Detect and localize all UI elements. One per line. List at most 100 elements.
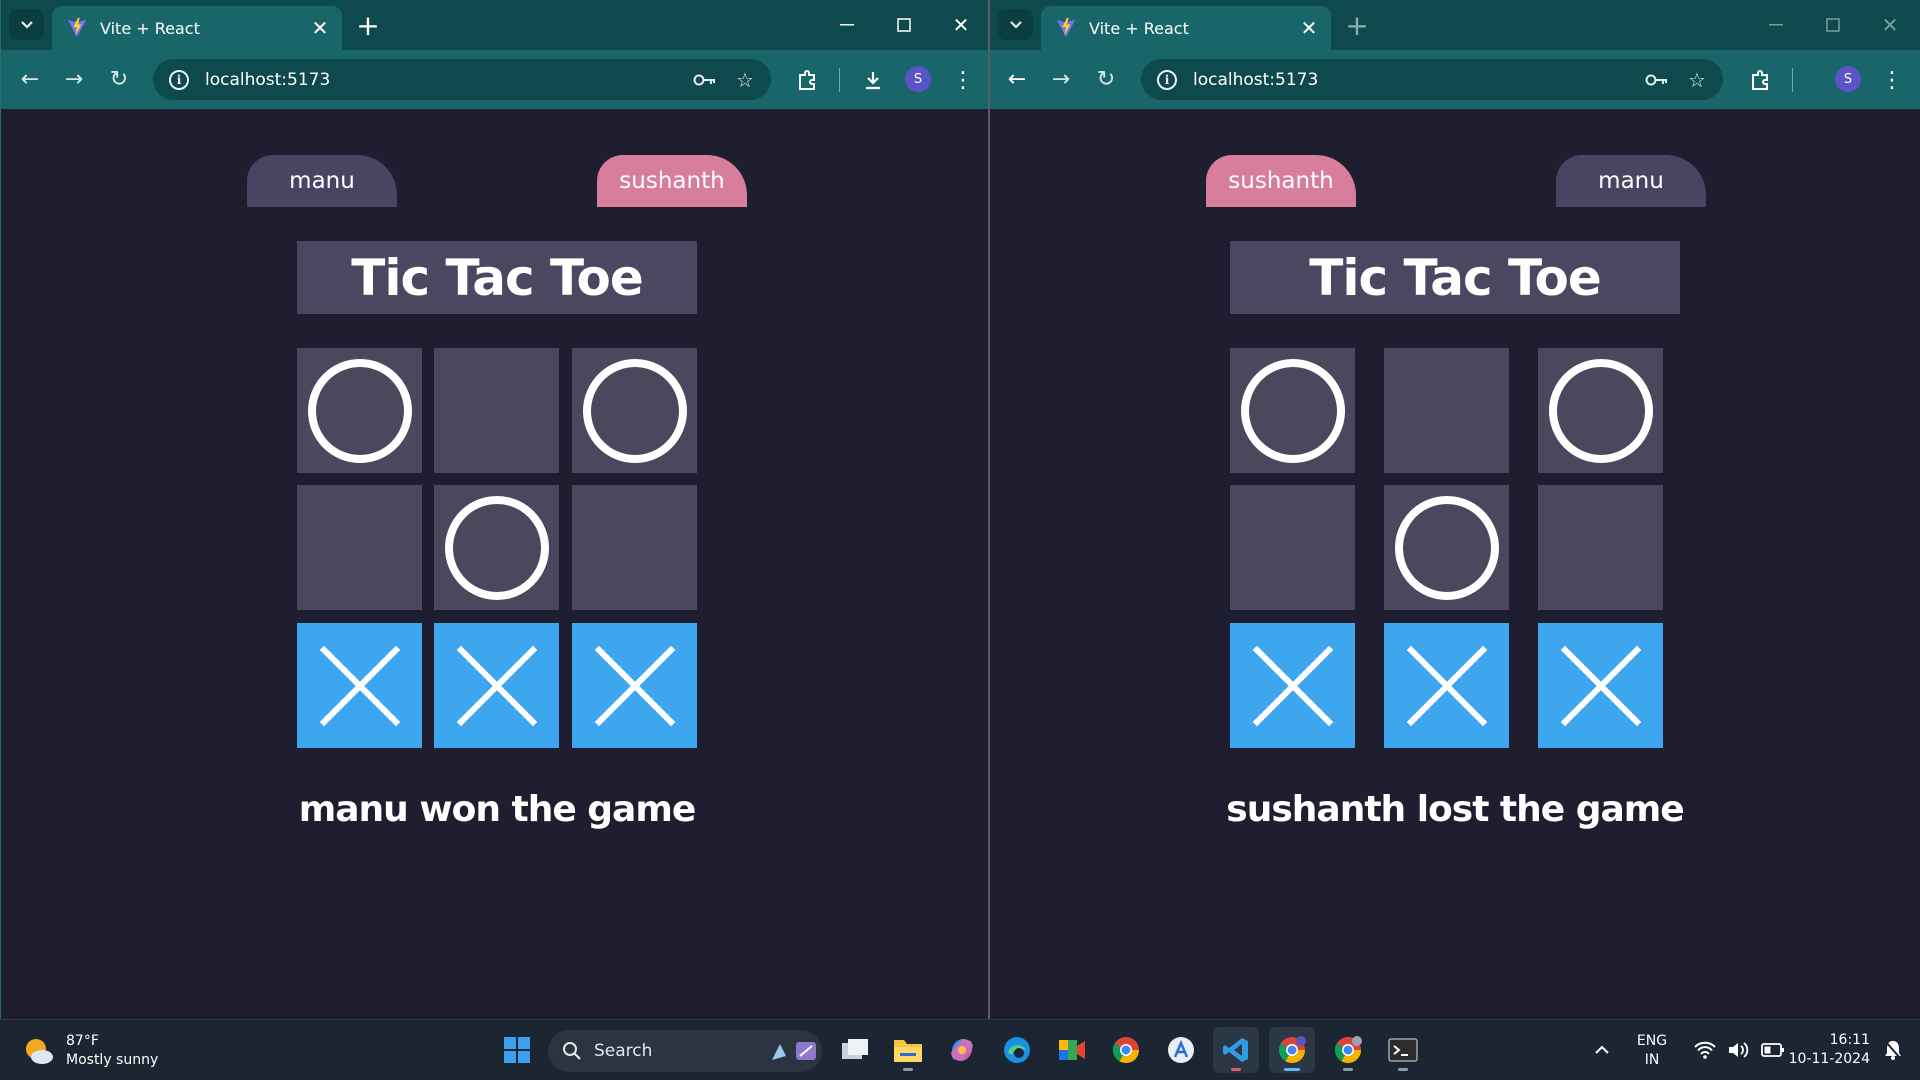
start-icon[interactable]: [494, 1027, 540, 1073]
board-cell-x[interactable]: [297, 623, 422, 748]
taskbar: 87°F Mostly sunny Search ENG IN 16:11 10…: [0, 1019, 1920, 1080]
x-mark-icon: [456, 645, 537, 726]
board-cell-o[interactable]: [1384, 485, 1509, 610]
extensions-icon[interactable]: [1742, 62, 1778, 98]
player-badge-sushanth-active: sushanth: [597, 155, 747, 207]
weather-desc: Mostly sunny: [66, 1052, 159, 1068]
extensions-icon[interactable]: [789, 62, 825, 98]
game-title: Tic Tac Toe: [297, 241, 697, 314]
search-placeholder: Search: [594, 1041, 653, 1061]
tab-title: Vite + React: [1089, 18, 1189, 38]
tab-search-button[interactable]: [9, 9, 44, 40]
game-status: sushanth lost the game: [1226, 788, 1684, 830]
download-icon[interactable]: [855, 62, 891, 98]
board-cell-o[interactable]: [572, 348, 697, 473]
new-tab-button[interactable]: +: [1342, 9, 1372, 42]
close-tab-icon[interactable]: ✕: [306, 14, 334, 42]
o-mark-icon: [444, 495, 549, 600]
close-tab-icon[interactable]: ✕: [1295, 14, 1323, 42]
address-bar[interactable]: i localhost:5173 ☆: [153, 59, 771, 100]
tab-search-button[interactable]: [998, 9, 1033, 40]
x-mark-icon: [1560, 645, 1641, 726]
back-icon[interactable]: ←: [1000, 62, 1034, 96]
board-cell-empty[interactable]: [434, 348, 559, 473]
edge-icon[interactable]: [994, 1027, 1040, 1073]
site-info-icon[interactable]: i: [169, 69, 189, 90]
url-text[interactable]: localhost:5173: [205, 70, 685, 90]
board-cell-x[interactable]: [434, 623, 559, 748]
site-info-icon[interactable]: i: [1157, 69, 1177, 90]
vscode-icon[interactable]: [1213, 1027, 1259, 1073]
copilot-icon[interactable]: [939, 1027, 985, 1073]
game-page: sushanth manu Tic Tac Toe sushanth lost …: [990, 109, 1920, 1019]
reload-icon[interactable]: ↻: [1089, 62, 1123, 96]
running-indicator: [1343, 1068, 1353, 1071]
password-key-icon[interactable]: [685, 60, 725, 100]
board-cell-x[interactable]: [572, 623, 697, 748]
profile-avatar[interactable]: S: [1835, 66, 1861, 92]
forward-icon[interactable]: →: [57, 62, 91, 96]
board-cell-empty[interactable]: [572, 485, 697, 610]
bookmark-star-icon[interactable]: ☆: [725, 60, 765, 100]
address-bar[interactable]: i localhost:5173 ☆: [1141, 59, 1723, 100]
game-title: Tic Tac Toe: [1230, 241, 1680, 314]
running-indicator: [1231, 1068, 1241, 1071]
terminal-icon[interactable]: [1380, 1027, 1426, 1073]
board-cell-empty[interactable]: [1230, 485, 1355, 610]
maximize-icon[interactable]: [1810, 8, 1856, 42]
new-tab-button[interactable]: +: [353, 9, 383, 42]
running-indicator: [1398, 1068, 1408, 1071]
board-cell-empty[interactable]: [297, 485, 422, 610]
chrome-profile-icon[interactable]: [1269, 1027, 1315, 1073]
board-cell-empty[interactable]: [1538, 485, 1663, 610]
board-cell-o[interactable]: [297, 348, 422, 473]
o-mark-icon: [1394, 495, 1499, 600]
taskbar-search[interactable]: Search: [548, 1030, 822, 1072]
clock-date: 10-11-2024: [1788, 1051, 1870, 1067]
app-store-icon[interactable]: [1158, 1027, 1204, 1073]
password-key-icon[interactable]: [1637, 60, 1677, 100]
minimize-icon[interactable]: [1753, 8, 1799, 42]
profile-avatar[interactable]: S: [905, 66, 931, 92]
weather-widget[interactable]: 87°F Mostly sunny: [22, 1032, 158, 1070]
menu-dots-icon[interactable]: ⋮: [1874, 62, 1910, 98]
browser-tab[interactable]: Vite + React ✕: [52, 6, 342, 50]
language-indicator[interactable]: ENG IN: [1632, 1032, 1672, 1070]
game-status: manu won the game: [298, 788, 697, 830]
file-explorer-icon[interactable]: [885, 1027, 931, 1073]
maximize-icon[interactable]: [881, 8, 927, 42]
board-cell-x[interactable]: [1384, 623, 1509, 748]
forward-icon[interactable]: →: [1044, 62, 1078, 96]
board-cell-x[interactable]: [1538, 623, 1663, 748]
browser-toolbar: ← → ↻ i localhost:5173 ☆ S ⋮: [1, 50, 989, 109]
player-badge-manu: manu: [1556, 155, 1706, 207]
browser-tab[interactable]: Vite + React ✕: [1041, 6, 1331, 50]
url-text[interactable]: localhost:5173: [1193, 70, 1637, 90]
chrome-icon[interactable]: [1103, 1027, 1149, 1073]
board-cell-o[interactable]: [434, 485, 559, 610]
o-mark-icon: [582, 358, 687, 463]
board-cell-empty[interactable]: [1384, 348, 1509, 473]
board-cell-x[interactable]: [1230, 623, 1355, 748]
tab-strip: Vite + React ✕ + ✕: [1, 0, 989, 50]
bookmark-star-icon[interactable]: ☆: [1677, 60, 1717, 100]
back-icon[interactable]: ←: [13, 62, 47, 96]
notification-bell-icon[interactable]: [1873, 1027, 1913, 1073]
clock[interactable]: 16:11 10-11-2024: [1780, 1031, 1870, 1069]
minimize-icon[interactable]: [824, 8, 870, 42]
chrome-extra-icon[interactable]: [1325, 1027, 1371, 1073]
board-cell-o[interactable]: [1538, 348, 1663, 473]
chevron-up-icon[interactable]: [1578, 1027, 1626, 1073]
task-view-icon[interactable]: [832, 1027, 878, 1073]
close-window-icon[interactable]: ✕: [938, 8, 984, 42]
board-cell-o[interactable]: [1230, 348, 1355, 473]
reload-icon[interactable]: ↻: [102, 62, 136, 96]
region-code: IN: [1644, 1052, 1660, 1068]
meet-icon[interactable]: [1049, 1027, 1095, 1073]
x-mark-icon: [319, 645, 400, 726]
close-window-icon[interactable]: ✕: [1867, 8, 1913, 42]
o-mark-icon: [1548, 358, 1653, 463]
browser-toolbar: ← → ↻ i localhost:5173 ☆ S ⋮: [990, 50, 1920, 109]
player-badge-manu: manu: [247, 155, 397, 207]
menu-dots-icon[interactable]: ⋮: [945, 62, 981, 98]
